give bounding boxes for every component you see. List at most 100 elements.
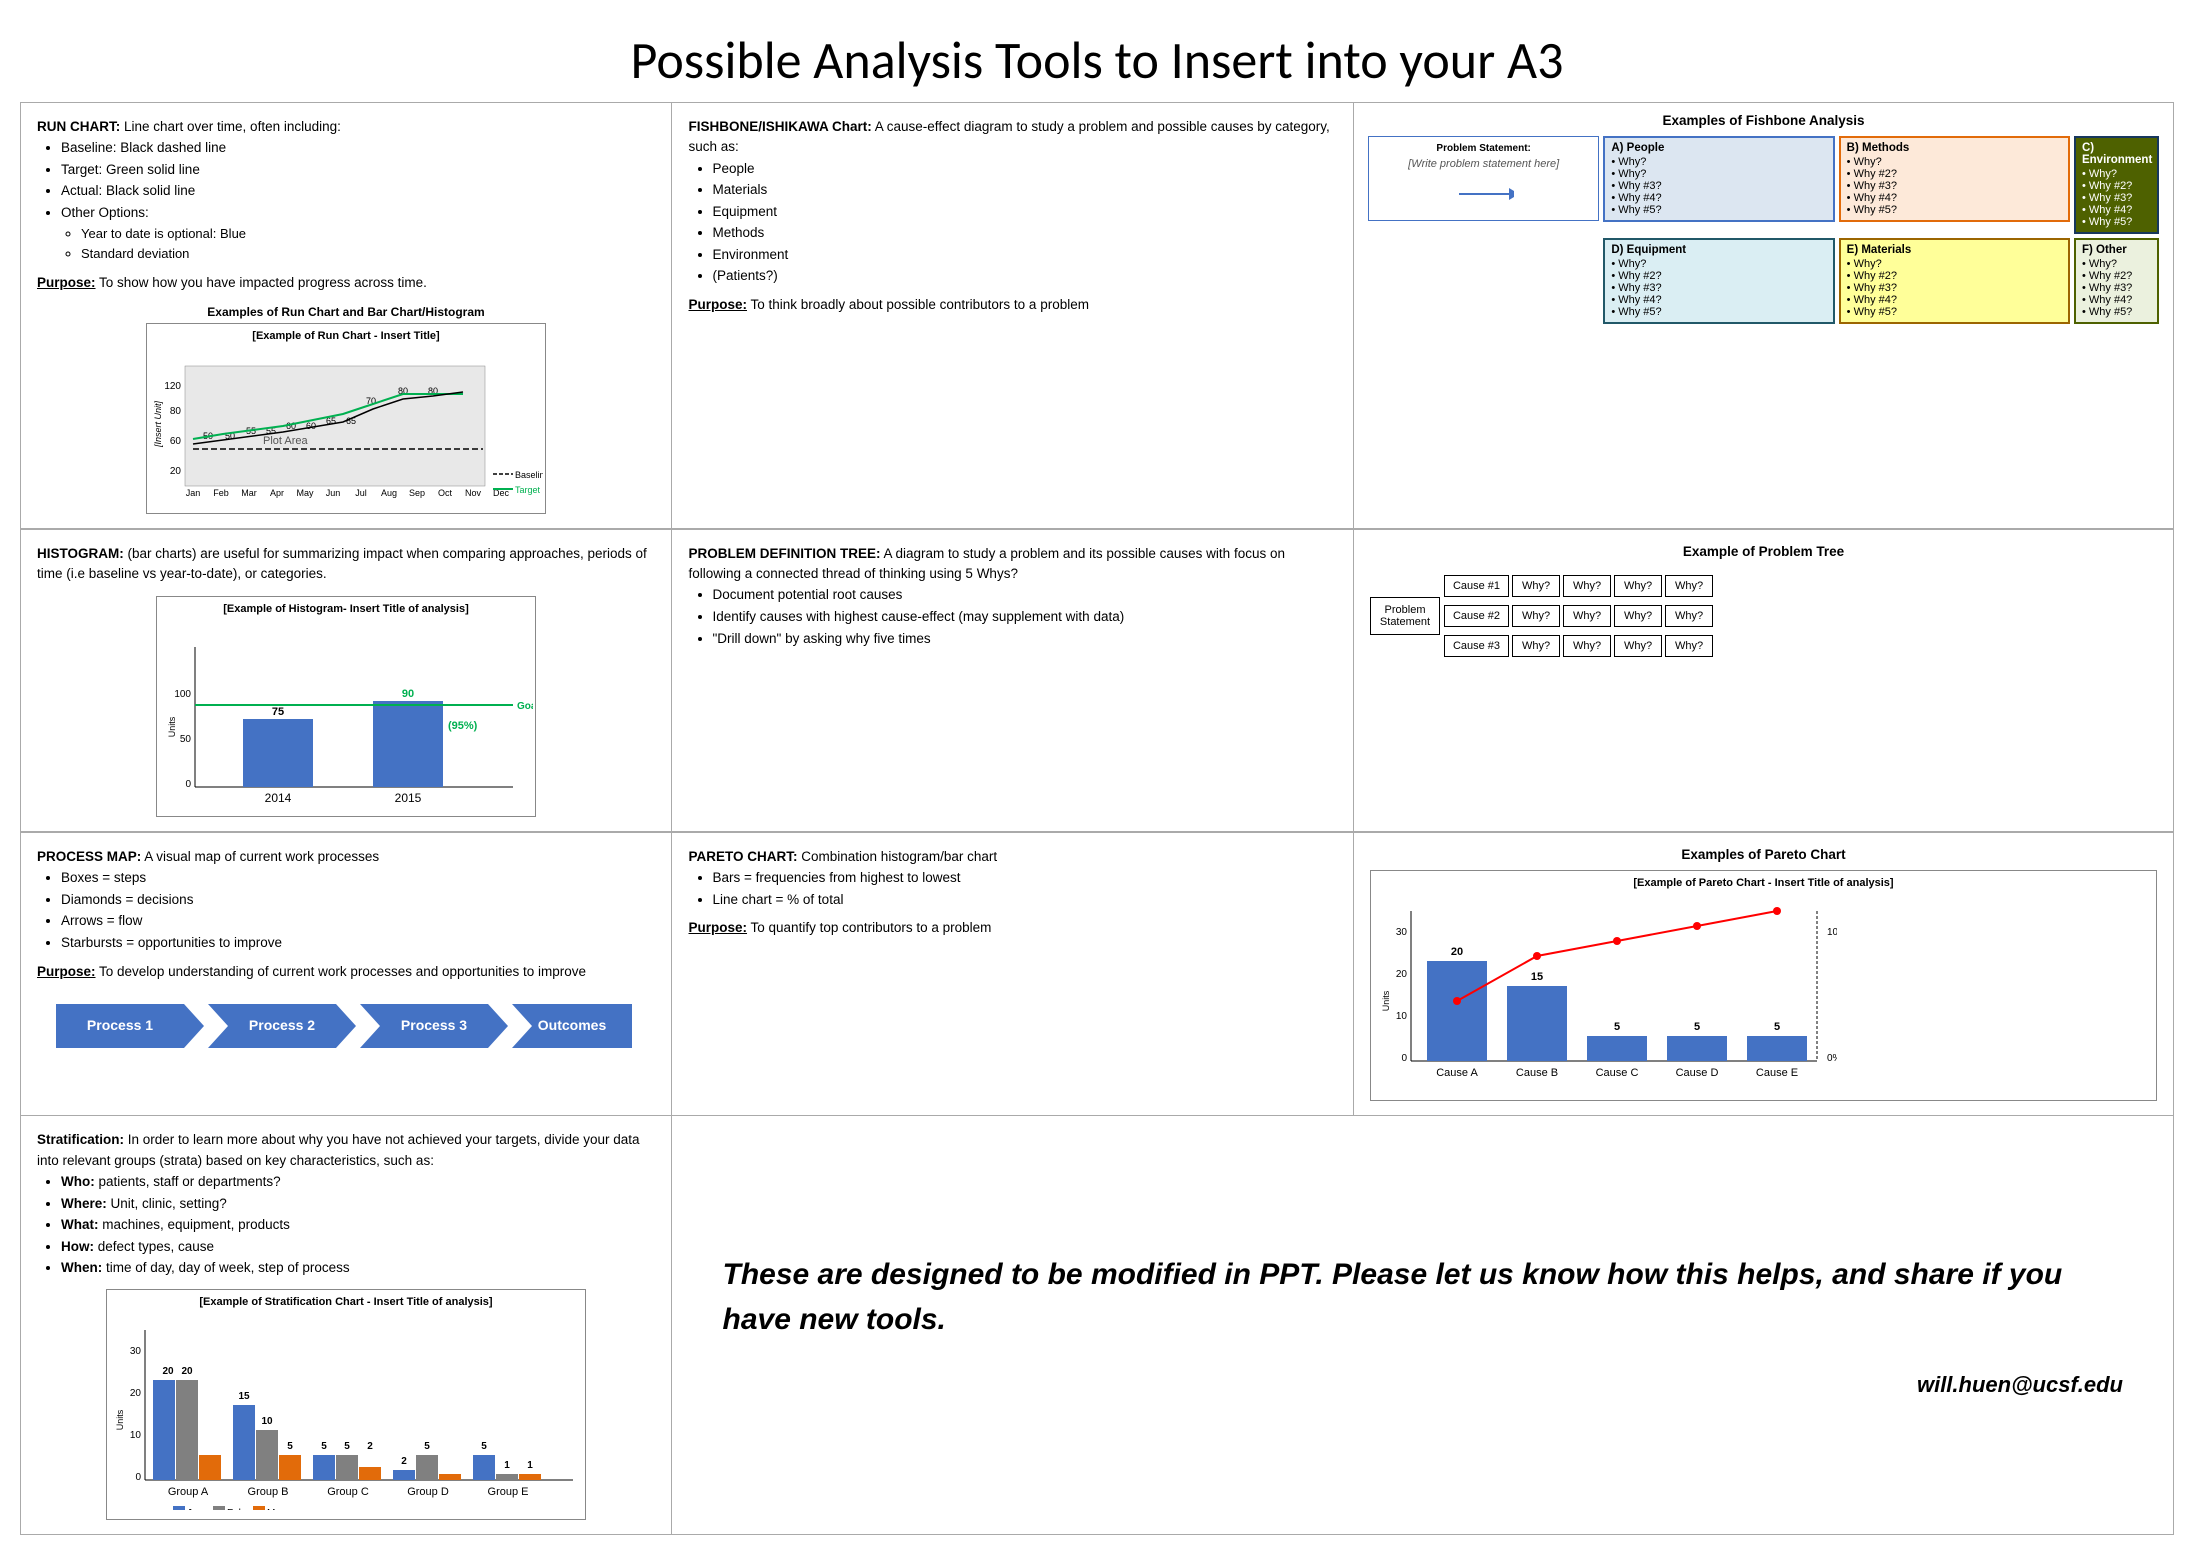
svg-text:20: 20 xyxy=(181,1366,193,1377)
svg-text:5: 5 xyxy=(287,1441,293,1452)
histogram-title: HISTOGRAM: xyxy=(37,546,124,561)
page: Possible Analysis Tools to Insert into y… xyxy=(0,0,2194,1545)
fishbone-box-materials: E) Materials • Why?• Why #2?• Why #3?• W… xyxy=(1839,238,2070,324)
svg-text:50: 50 xyxy=(180,734,192,745)
fishbone-bullets: People Materials Equipment Methods Envir… xyxy=(713,158,1337,288)
stratification-bullets: Who: patients, staff or departments? Whe… xyxy=(61,1171,655,1279)
run-chart-area: Examples of Run Chart and Bar Chart/Hist… xyxy=(37,305,655,514)
svg-text:15: 15 xyxy=(1531,971,1543,983)
pareto-svg: Units 0 10 20 30 100% 0% xyxy=(1377,891,1837,1091)
pareto-desc-cell: PARETO CHART: Combination histogram/bar … xyxy=(673,833,1353,1115)
tree-why-2-3: Why? xyxy=(1614,605,1662,627)
problem-tree-bullets: Document potential root causes Identify … xyxy=(713,584,1337,649)
svg-text:Cause E: Cause E xyxy=(1756,1067,1798,1079)
svg-text:0%: 0% xyxy=(1827,1053,1837,1064)
svg-text:Process 1: Process 1 xyxy=(87,1017,153,1033)
strat-bullet-where: Where: Unit, clinic, setting? xyxy=(61,1193,655,1215)
svg-text:Mar: Mar xyxy=(267,1508,285,1510)
process-map-bullet-4: Starbursts = opportunities to improve xyxy=(61,932,655,954)
bottom-email: will.huen@ucsf.edu xyxy=(723,1372,2124,1398)
svg-text:Goal: Goal xyxy=(517,701,533,712)
svg-text:15: 15 xyxy=(238,1391,250,1402)
process-map-svg: Process 1 Process 2 Process 3 Outcomes xyxy=(56,1000,636,1052)
histogram-cell: HISTOGRAM: (bar charts) are useful for s… xyxy=(21,530,671,832)
main-title: Possible Analysis Tools to Insert into y… xyxy=(20,10,2174,102)
pareto-wrapper: [Example of Pareto Chart - Insert Title … xyxy=(1370,870,2157,1101)
problem-tree-desc-cell: PROBLEM DEFINITION TREE: A diagram to st… xyxy=(673,530,1353,832)
svg-text:Baseline (X%): Baseline (X%) xyxy=(515,470,543,480)
fishbone-box-methods: B) Methods • Why?• Why #2?• Why #3?• Why… xyxy=(1839,136,2070,222)
svg-text:Outcomes: Outcomes xyxy=(538,1017,607,1033)
strat-wrapper: [Example of Stratification Chart - Inser… xyxy=(106,1289,586,1520)
tree-why-3-1: Why? xyxy=(1512,635,1560,657)
svg-text:2014: 2014 xyxy=(265,791,292,805)
svg-text:Group E: Group E xyxy=(488,1486,529,1498)
tree-why-2-1: Why? xyxy=(1512,605,1560,627)
problem-tree-bullet-1: Document potential root causes xyxy=(713,584,1337,606)
svg-text:5: 5 xyxy=(321,1441,327,1452)
run-chart-bullet-2: Target: Green solid line xyxy=(61,159,655,181)
svg-text:20: 20 xyxy=(162,1366,174,1377)
svg-text:0: 0 xyxy=(1401,1053,1407,1064)
pareto-chart-title: [Example of Pareto Chart - Insert Title … xyxy=(1377,877,2150,889)
svg-text:Process 2: Process 2 xyxy=(249,1017,315,1033)
svg-text:Feb: Feb xyxy=(227,1508,245,1510)
fishbone-description: FISHBONE/ISHIKAWA Chart: A cause-effect … xyxy=(689,117,1337,315)
svg-text:1: 1 xyxy=(527,1460,533,1471)
problem-tree-title: PROBLEM DEFINITION TREE: xyxy=(689,546,881,561)
fishbone-section-title: Examples of Fishbone Analysis xyxy=(1368,113,2159,128)
svg-text:60: 60 xyxy=(170,436,182,447)
histogram-inner-title: [Example of Histogram- Insert Title of a… xyxy=(163,603,529,615)
pareto-bullet-1: Bars = frequencies from highest to lowes… xyxy=(713,867,1337,889)
svg-text:(95%): (95%) xyxy=(448,720,478,732)
svg-text:1: 1 xyxy=(504,1460,510,1471)
fishbone-box-people: A) People • Why?• Why?• Why #3?• Why #4?… xyxy=(1603,136,1834,222)
svg-text:Cause C: Cause C xyxy=(1596,1067,1639,1079)
process-map-bullet-3: Arrows = flow xyxy=(61,910,655,932)
pareto-chart-cell: Examples of Pareto Chart [Example of Par… xyxy=(1354,833,2173,1115)
pareto-title: PARETO CHART: xyxy=(689,849,798,864)
svg-text:Cause A: Cause A xyxy=(1436,1067,1478,1079)
pareto-bullet-2: Line chart = % of total xyxy=(713,889,1337,911)
tree-why-2-2: Why? xyxy=(1563,605,1611,627)
svg-text:[Insert Unit]: [Insert Unit] xyxy=(153,401,163,449)
svg-text:100: 100 xyxy=(174,689,191,700)
pareto-section-title: Examples of Pareto Chart xyxy=(1370,847,2157,862)
histogram-svg: Units 0 50 100 75 xyxy=(163,617,533,807)
run-chart-desc-text: Line chart over time, often including: xyxy=(120,119,341,134)
tree-cause-3: Cause #3 xyxy=(1444,635,1509,657)
svg-text:100%: 100% xyxy=(1827,927,1837,938)
run-chart-title: RUN CHART: xyxy=(37,119,120,134)
svg-text:Apr: Apr xyxy=(270,488,284,498)
svg-text:0: 0 xyxy=(135,1472,141,1483)
fishbone-bullet-6: (Patients?) xyxy=(713,265,1337,287)
pareto-purpose: Purpose: To quantify top contributors to… xyxy=(689,918,1337,938)
svg-text:20: 20 xyxy=(1396,969,1408,980)
svg-text:Cause B: Cause B xyxy=(1516,1067,1558,1079)
svg-text:Target (Y%): Target (Y%) xyxy=(515,485,543,495)
fishbone-title: FISHBONE/ISHIKAWA Chart: xyxy=(689,119,872,134)
strat-bullet-how: How: defect types, cause xyxy=(61,1236,655,1258)
fishbone-purpose: Purpose: To think broadly about possible… xyxy=(689,295,1337,315)
stratification-chart-area: [Example of Stratification Chart - Inser… xyxy=(37,1289,655,1520)
svg-text:Plot Area: Plot Area xyxy=(263,435,309,447)
svg-text:Oct: Oct xyxy=(438,488,453,498)
svg-text:Jan: Jan xyxy=(187,1508,203,1510)
strat-bullet-who: Who: patients, staff or departments? xyxy=(61,1171,655,1193)
fishbone-bullet-1: People xyxy=(713,158,1337,180)
run-chart-cell: RUN CHART: Line chart over time, often i… xyxy=(21,103,671,528)
svg-text:5: 5 xyxy=(1614,1021,1620,1033)
stratification-title: Stratification: xyxy=(37,1132,124,1147)
run-chart-wrapper: [Example of Run Chart - Insert Title] [I… xyxy=(146,323,546,514)
tree-cause-2: Cause #2 xyxy=(1444,605,1509,627)
svg-text:20: 20 xyxy=(130,1388,142,1399)
problem-tree-bullet-3: "Drill down" by asking why five times xyxy=(713,628,1337,650)
svg-text:Mar: Mar xyxy=(241,488,257,498)
tree-why-3-3: Why? xyxy=(1614,635,1662,657)
strat-bullet-when: When: time of day, day of week, step of … xyxy=(61,1257,655,1279)
svg-text:10: 10 xyxy=(261,1416,273,1427)
svg-text:80: 80 xyxy=(170,406,182,417)
svg-text:Jul: Jul xyxy=(355,488,367,498)
process-map-cell: PROCESS MAP: A visual map of current wor… xyxy=(21,833,671,1115)
problem-tree-section-title: Example of Problem Tree xyxy=(1370,544,2157,559)
